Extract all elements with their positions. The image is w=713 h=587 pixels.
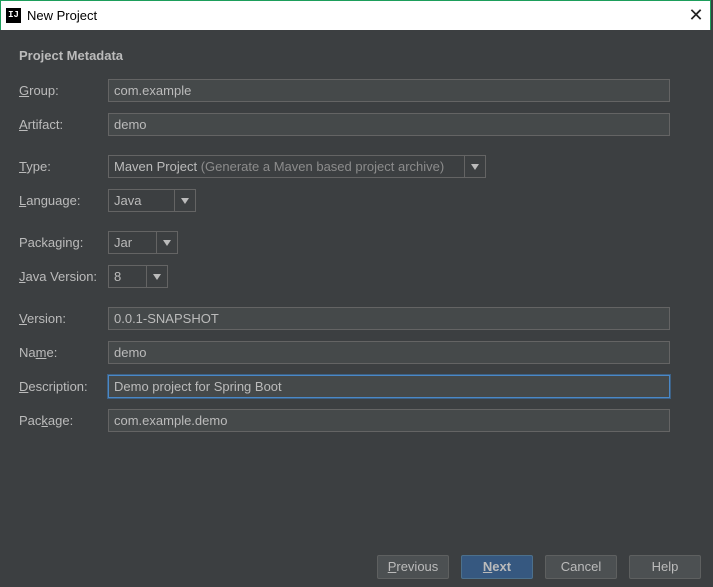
cancel-button[interactable]: Cancel (545, 555, 617, 579)
title-bar: IJ New Project ✕ (0, 0, 711, 30)
description-label: Description: (19, 379, 88, 394)
artifact-input[interactable]: demo (108, 113, 670, 136)
language-label: Language: (19, 193, 81, 208)
type-label: Type: (19, 159, 51, 174)
version-label: Version: (19, 311, 66, 326)
chevron-down-icon[interactable] (146, 266, 167, 287)
chevron-down-icon[interactable] (464, 156, 485, 177)
help-button[interactable]: Help (629, 555, 701, 579)
language-value: Java (114, 193, 142, 208)
group-input[interactable]: com.example (108, 79, 670, 102)
group-label: Group: (19, 83, 59, 98)
java-version-value: 8 (114, 269, 122, 284)
close-icon[interactable]: ✕ (688, 6, 704, 24)
type-hint: (Generate a Maven based project archive) (200, 159, 445, 174)
packaging-value: Jar (114, 235, 133, 250)
packaging-dropdown[interactable]: Jar (108, 231, 178, 254)
type-value: Maven Project (114, 159, 198, 174)
package-input[interactable]: com.example.demo (108, 409, 670, 432)
intellij-icon: IJ (6, 8, 21, 23)
package-label: Package: (19, 413, 74, 428)
name-label: Name: (19, 345, 58, 360)
artifact-label: Artifact: (19, 117, 64, 132)
language-dropdown[interactable]: Java (108, 189, 196, 212)
previous-button[interactable]: Previous (377, 555, 449, 579)
java-version-dropdown[interactable]: 8 (108, 265, 168, 288)
java-version-label: Java Version: (19, 269, 98, 284)
section-title: Project Metadata (19, 48, 124, 63)
window-title: New Project (27, 8, 98, 23)
packaging-label: Packaging: (19, 235, 84, 250)
version-input[interactable]: 0.0.1-SNAPSHOT (108, 307, 670, 330)
chevron-down-icon[interactable] (174, 190, 195, 211)
type-dropdown[interactable]: Maven Project (Generate a Maven based pr… (108, 155, 486, 178)
next-button[interactable]: Next (461, 555, 533, 579)
name-input[interactable]: demo (108, 341, 670, 364)
chevron-down-icon[interactable] (156, 232, 177, 253)
description-input[interactable]: Demo project for Spring Boot (108, 375, 670, 398)
